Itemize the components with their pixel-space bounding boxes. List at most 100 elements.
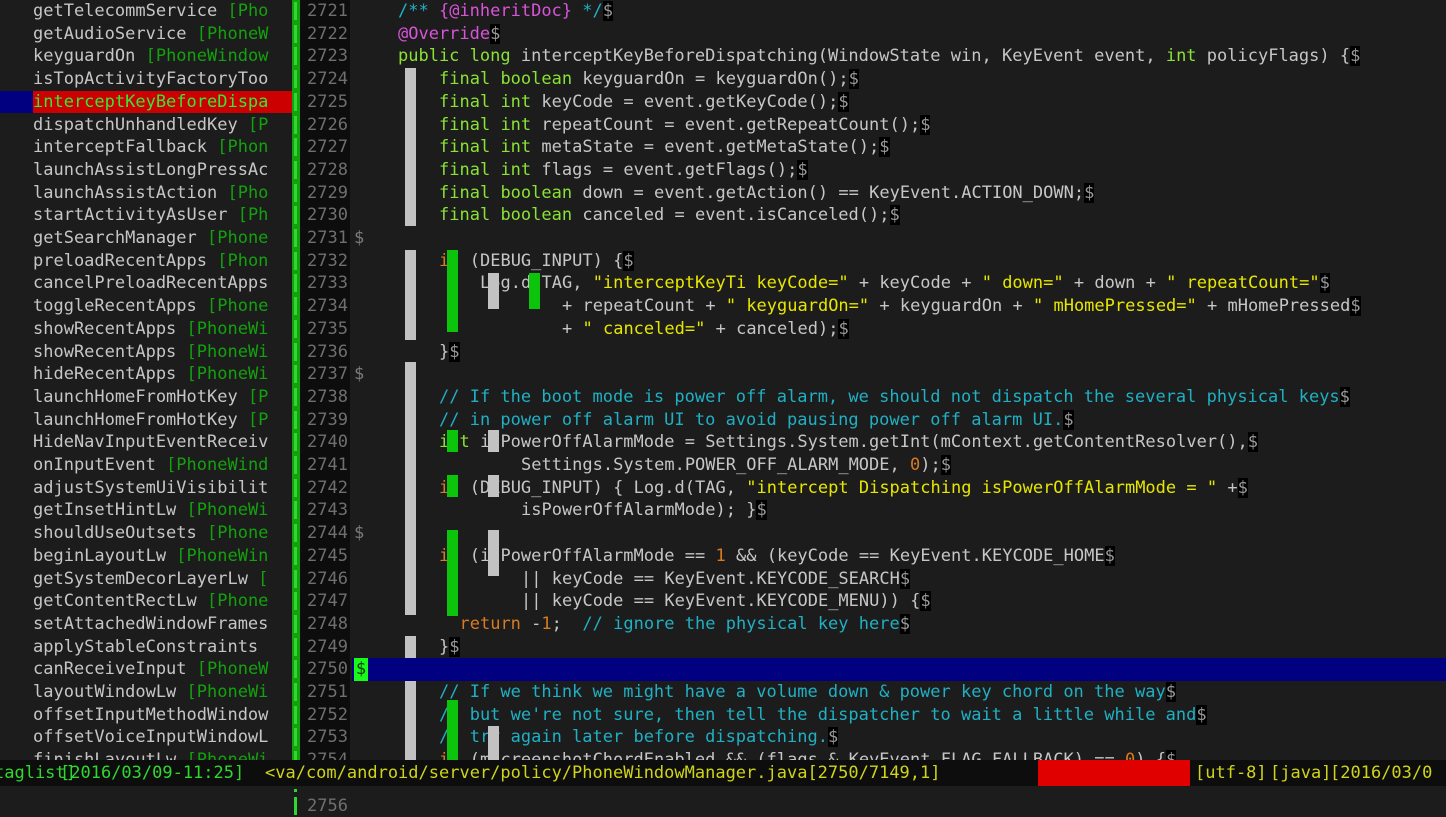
- taglist-item[interactable]: preloadRecentApps [Phon: [0, 250, 292, 273]
- eol-marker: $: [756, 500, 766, 520]
- taglist-item[interactable]: shouldUseOutsets [Phone: [0, 522, 292, 545]
- taglist-item[interactable]: toggleRecentApps [Phone: [0, 295, 292, 318]
- taglist-item[interactable]: getContentRectLw [Phone: [0, 590, 292, 613]
- taglist-item[interactable]: canReceiveInput [PhoneW: [0, 658, 292, 681]
- line-number: 2724: [300, 68, 350, 91]
- code-line[interactable]: final int repeatCount = event.getRepeatC…: [398, 114, 1446, 137]
- code-line[interactable]: final int flags = event.getFlags();$: [398, 159, 1446, 182]
- taglist-item[interactable]: offsetInputMethodWindow: [0, 704, 292, 727]
- line-number: 2756: [300, 795, 350, 817]
- taglist-item[interactable]: interceptFallback [Phon: [0, 136, 292, 159]
- code-line[interactable]: + repeatCount + " keyguardOn=" + keyguar…: [398, 295, 1446, 318]
- indent-guide: [488, 530, 499, 576]
- code-line[interactable]: }$: [398, 636, 1446, 659]
- indent-guide: [405, 500, 416, 615]
- line-number: 2730: [300, 204, 350, 227]
- code-editor-buffer[interactable]: /** {@inheritDoc} */$@Override$public lo…: [398, 0, 1446, 760]
- code-line[interactable]: Settings.System.POWER_OFF_ALARM_MODE, 0)…: [398, 454, 1446, 477]
- taglist-item[interactable]: getSystemDecorLayerLw [: [0, 568, 292, 591]
- code-line[interactable]: int isPowerOffAlarmMode = Settings.Syste…: [398, 431, 1446, 454]
- taglist-item[interactable]: getTelecommService [Pho: [0, 0, 292, 23]
- taglist-item[interactable]: cancelPreloadRecentApps: [0, 272, 292, 295]
- taglist-item[interactable]: onInputEvent [PhoneWind: [0, 454, 292, 477]
- taglist-item-class: [Phon: [207, 137, 268, 157]
- taglist-item-label: layoutWindowLw: [33, 682, 176, 702]
- code-line[interactable]: Log.d(TAG, "interceptKeyTi keyCode=" + k…: [398, 272, 1446, 295]
- line-number: 2742: [300, 477, 350, 500]
- split-tick: [294, 206, 297, 224]
- taglist-item[interactable]: HideNavInputEventReceiv: [0, 431, 292, 454]
- code-line[interactable]: final int metaState = event.getMetaState…: [398, 136, 1446, 159]
- line-number: 2745: [300, 545, 350, 568]
- taglist-item[interactable]: beginLayoutLw [PhoneWin: [0, 545, 292, 568]
- taglist-item[interactable]: launchHomeFromHotKey [P: [0, 386, 292, 409]
- code-line[interactable]: if (isPowerOffAlarmMode == 1 && (keyCode…: [398, 545, 1446, 568]
- code-line[interactable]: isPowerOffAlarmMode); }$: [398, 499, 1446, 522]
- code-line[interactable]: /** {@inheritDoc} */$: [398, 0, 1446, 23]
- taglist-item[interactable]: getInsetHintLw [PhoneWi: [0, 499, 292, 522]
- code-line[interactable]: final boolean keyguardOn = keyguardOn();…: [398, 68, 1446, 91]
- taglist-item[interactable]: adjustSystemUiVisibilit: [0, 477, 292, 500]
- line-number: 2747: [300, 590, 350, 613]
- code-line[interactable]: // try again later before dispatching.$: [398, 726, 1446, 749]
- code-line[interactable]: [398, 363, 1446, 386]
- taglist-eol-marker: $: [354, 363, 368, 386]
- code-line[interactable]: // in power off alarm UI to avoid pausin…: [398, 409, 1446, 432]
- taglist-item[interactable]: setAttachedWindowFrames: [0, 613, 292, 636]
- taglist-item[interactable]: offsetVoiceInputWindowL: [0, 726, 292, 749]
- string-literal: "intercept Dispatching isPowerOffAlarmMo…: [746, 478, 1217, 498]
- code-line[interactable]: @Override$: [398, 23, 1446, 46]
- code-line[interactable]: // but we're not sure, then tell the dis…: [398, 704, 1446, 727]
- taglist-item[interactable]: startActivityAsUser [Ph: [0, 204, 292, 227]
- code-line[interactable]: || keyCode == KeyEvent.KEYCODE_MENU)) {$: [398, 590, 1446, 613]
- taglist-item-class: [Phone: [197, 523, 269, 543]
- taglist-panel[interactable]: getTelecommService [PhogetAudioService […: [0, 0, 292, 760]
- code-line[interactable]: final boolean down = event.getAction() =…: [398, 182, 1446, 205]
- code-line[interactable]: || keyCode == KeyEvent.KEYCODE_SEARCH$: [398, 568, 1446, 591]
- code-line[interactable]: return -1; // ignore the physical key he…: [398, 613, 1446, 636]
- indent-guide: [488, 273, 499, 309]
- taglist-item-label: preloadRecentApps: [33, 251, 207, 271]
- taglist-item-label: toggleRecentApps: [33, 296, 197, 316]
- code-line[interactable]: final int keyCode = event.getKeyCode();$: [398, 91, 1446, 114]
- taglist-item-label: getSearchManager: [33, 228, 197, 248]
- code-line[interactable]: if (mScreenshotChordEnabled && (flags & …: [398, 749, 1446, 760]
- taglist-item[interactable]: interceptKeyBeforeDispa: [0, 91, 292, 114]
- taglist-item[interactable]: launchHomeFromHotKey [P: [0, 409, 292, 432]
- taglist-item[interactable]: showRecentApps [PhoneWi: [0, 318, 292, 341]
- code-line[interactable]: // If the boot mode is power off alarm, …: [398, 386, 1446, 409]
- taglist-item[interactable]: keyguardOn [PhoneWindow: [0, 45, 292, 68]
- code-line[interactable]: if (DEBUG_INPUT) { Log.d(TAG, "intercept…: [398, 477, 1446, 500]
- taglist-item[interactable]: launchAssistLongPressAc: [0, 159, 292, 182]
- taglist-item-class: [PhoneW: [187, 659, 269, 679]
- line-number: 2732: [300, 250, 350, 273]
- split-tick: [294, 411, 297, 429]
- taglist-item[interactable]: applyStableConstraints: [0, 636, 292, 659]
- taglist-item[interactable]: isTopActivityFactoryToo: [0, 68, 292, 91]
- taglist-item-label: showRecentApps: [33, 319, 176, 339]
- taglist-item[interactable]: getSearchManager [Phone: [0, 227, 292, 250]
- code-line[interactable]: public long interceptKeyBeforeDispatchin…: [398, 45, 1446, 68]
- indent-guide: [447, 530, 458, 616]
- code-line[interactable]: // If we think we might have a volume do…: [398, 681, 1446, 704]
- taglist-item[interactable]: getAudioService [PhoneW: [0, 23, 292, 46]
- taglist-item[interactable]: launchAssistAction [Pho: [0, 182, 292, 205]
- taglist-item-label: onInputEvent: [33, 455, 156, 475]
- taglist-item-class: [P: [238, 410, 269, 430]
- taglist-item[interactable]: hideRecentApps [PhoneWi: [0, 363, 292, 386]
- taglist-item[interactable]: dispatchUnhandledKey [P: [0, 114, 292, 137]
- code-line[interactable]: final boolean canceled = event.isCancele…: [398, 204, 1446, 227]
- taglist-item[interactable]: finishLayoutLw [PhoneWi: [0, 749, 292, 760]
- text-cursor: $: [354, 658, 368, 681]
- code-line[interactable]: }$: [398, 341, 1446, 364]
- code-line[interactable]: + " canceled=" + canceled);$: [398, 318, 1446, 341]
- code-line[interactable]: if (DEBUG_INPUT) {$: [398, 250, 1446, 273]
- code-line[interactable]: [398, 227, 1446, 250]
- taglist-item[interactable]: layoutWindowLw [PhoneWi: [0, 681, 292, 704]
- window-split-separator[interactable]: [292, 0, 300, 760]
- line-number-column: 2721272227232724272527262727272827292730…: [300, 0, 350, 760]
- taglist-item[interactable]: showRecentApps [PhoneWi: [0, 341, 292, 364]
- split-tick: [294, 479, 297, 497]
- cursor-line-highlight: [398, 658, 1446, 681]
- code-line[interactable]: [398, 522, 1446, 545]
